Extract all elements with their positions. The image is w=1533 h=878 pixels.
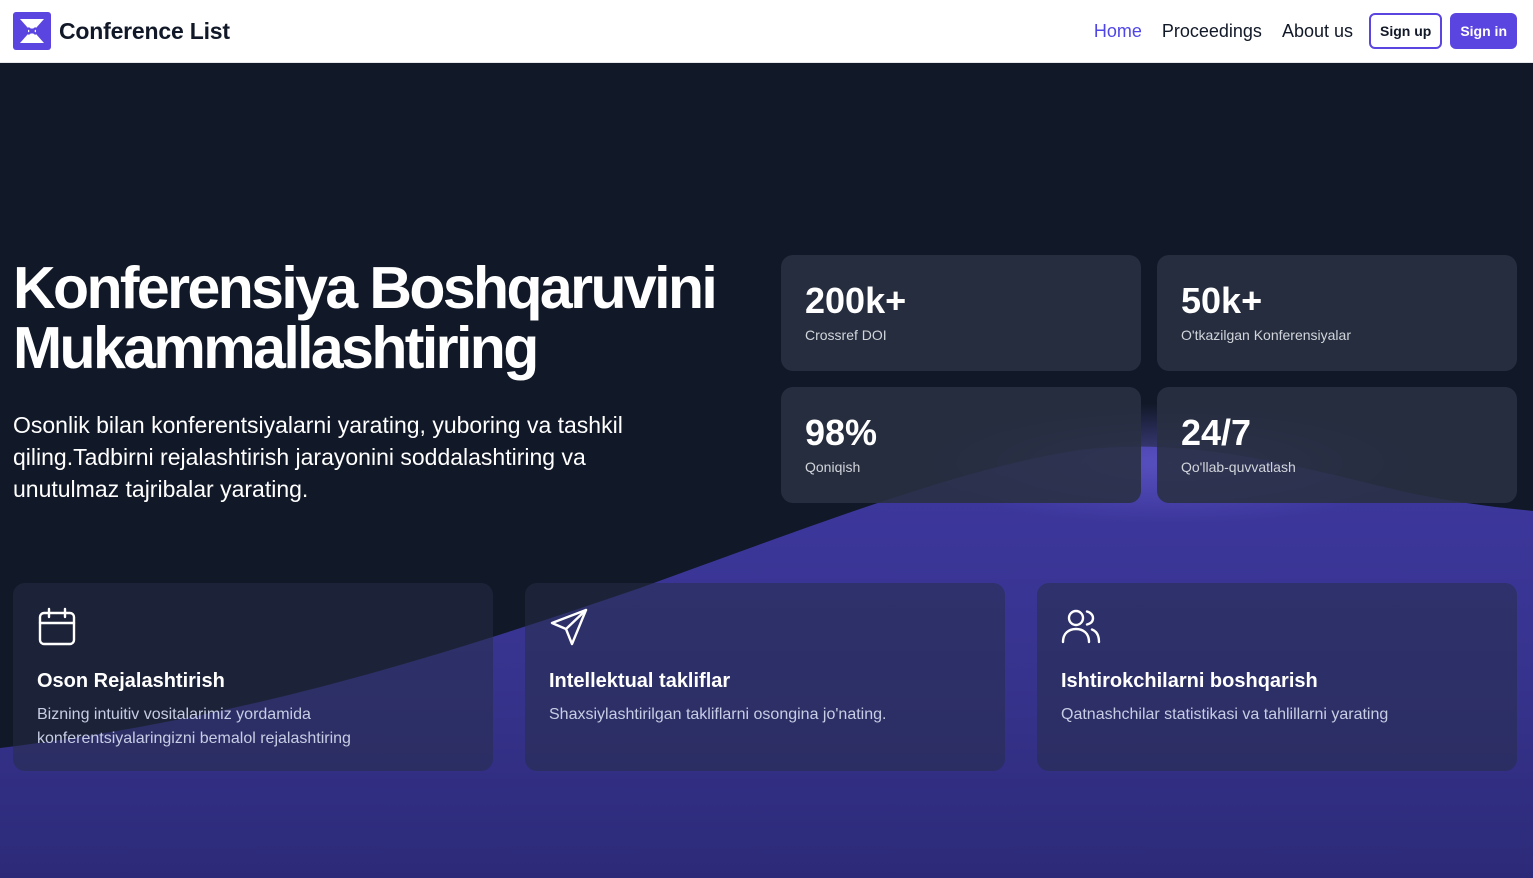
feature-description: Bizning intuitiv vositalarimiz yordamida… <box>37 706 351 747</box>
hero-title-line-2: Mukammallashtiring <box>13 315 539 381</box>
stat-value: 98% <box>805 412 878 453</box>
feature-description: Shaxsiylashtirilgan takliflarni osongina… <box>549 706 887 723</box>
sign-up-button[interactable]: Sign up <box>1369 13 1443 49</box>
hero-subtitle: Osonlik bilan konferentsiyalarni yaratin… <box>13 412 623 502</box>
logo-icon <box>13 12 51 50</box>
stat-label: Qo'llab-quvvatlash <box>1181 459 1296 475</box>
top-navbar: Conference List Home Proceedings About u… <box>0 0 1533 63</box>
brand-name: Conference List <box>59 17 230 44</box>
feature-title: Intellektual takliflar <box>549 670 731 692</box>
stat-label: Crossref DOI <box>805 327 887 343</box>
feature-description: Qatnashchilar statistikasi va tahlillarn… <box>1061 706 1389 723</box>
nav-menu: Home Proceedings About us Sign up Sign i… <box>1094 13 1517 49</box>
nav-link-home[interactable]: Home <box>1094 21 1142 42</box>
sign-in-button[interactable]: Sign in <box>1450 13 1517 49</box>
stat-value: 50k+ <box>1181 280 1263 321</box>
hero-title: Konferensiya Boshqaruvini Mukammallashti… <box>13 258 773 378</box>
nav-link-proceedings[interactable]: Proceedings <box>1162 21 1262 42</box>
stat-value: 24/7 <box>1181 412 1252 453</box>
calendar-icon <box>38 607 76 646</box>
stat-card-conferences: 50k+ O'tkazilgan Konferensiyalar <box>1157 255 1517 371</box>
nav-link-about-us[interactable]: About us <box>1282 21 1353 42</box>
feature-card-planning: Oson Rejalashtirish Bizning intuitiv vos… <box>13 583 493 771</box>
feature-card-invitations: Intellektual takliflar Shaxsiylashtirilg… <box>525 583 1005 771</box>
stat-label: O'tkazilgan Konferensiyalar <box>1181 327 1351 343</box>
feature-card-participants: Ishtirokchilarni boshqarish Qatnashchila… <box>1037 583 1517 771</box>
feature-title: Ishtirokchilarni boshqarish <box>1061 670 1318 692</box>
hero-title-line-1: Konferensiya Boshqaruvini <box>13 255 718 321</box>
feature-title: Oson Rejalashtirish <box>37 670 225 692</box>
users-icon <box>1061 609 1101 644</box>
send-icon <box>550 608 588 646</box>
stat-value: 200k+ <box>805 280 907 321</box>
stat-card-crossref-doi: 200k+ Crossref DOI <box>781 255 1141 371</box>
stat-card-satisfaction: 98% Qoniqish <box>781 387 1141 503</box>
brand[interactable]: Conference List <box>13 12 230 50</box>
stat-label: Qoniqish <box>805 459 861 475</box>
stat-card-support: 24/7 Qo'llab-quvvatlash <box>1157 387 1517 503</box>
